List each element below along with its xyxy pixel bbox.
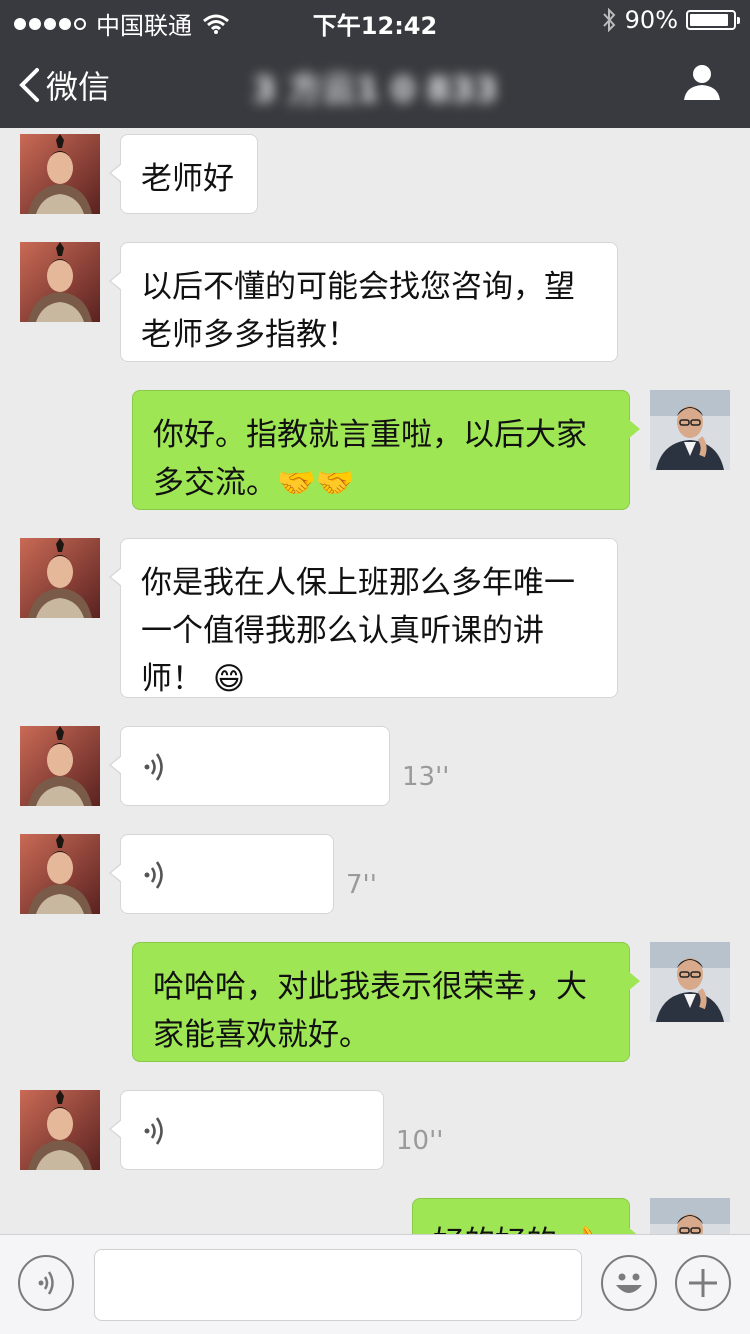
my-avatar[interactable]: [650, 390, 730, 470]
voice-wave-icon: [141, 857, 173, 907]
voice-duration: 10'': [396, 1126, 444, 1156]
voice-duration: 13'': [402, 762, 450, 792]
bluetooth-icon: [602, 8, 616, 32]
chat-message-list[interactable]: 老师好 以后不懂的可能会找您咨询，望老师多多指教！ 你好。指教就言重啦，以后大家…: [0, 128, 750, 1234]
person-icon: [684, 65, 720, 100]
voice-wave-icon: [141, 749, 173, 799]
message-text: 老师好: [141, 161, 234, 197]
voice-message-bubble[interactable]: [109, 726, 390, 806]
battery-fill: [690, 14, 728, 26]
incoming-message: 13'': [0, 726, 750, 806]
profile-button[interactable]: [682, 62, 722, 106]
incoming-message: 以后不懂的可能会找您咨询，望老师多多指教！: [0, 242, 750, 362]
message-text: 你好。指教就言重啦，以后大家多交流。🤝🤝: [153, 417, 587, 501]
my-avatar[interactable]: [650, 1198, 730, 1234]
contact-avatar[interactable]: [20, 834, 100, 914]
smiley-icon: [616, 1273, 642, 1293]
my-avatar[interactable]: [650, 942, 730, 1022]
contact-avatar[interactable]: [20, 242, 100, 322]
voice-wave-icon: [38, 1271, 54, 1295]
chat-title-text: 3 方云1 0 833: [252, 70, 498, 110]
outgoing-message: 你好。指教就言重啦，以后大家多交流。🤝🤝: [0, 390, 750, 510]
message-bubble[interactable]: 好的好的 👌: [412, 1198, 640, 1234]
incoming-message: 7'': [0, 834, 750, 914]
nav-bar: 微信 3 方云1 0 833: [0, 40, 750, 128]
message-bubble[interactable]: 你好。指教就言重啦，以后大家多交流。🤝🤝: [132, 390, 640, 510]
more-button[interactable]: [675, 1255, 731, 1311]
message-text: 以后不懂的可能会找您咨询，望老师多多指教！: [141, 269, 575, 353]
contact-avatar[interactable]: [20, 134, 100, 214]
incoming-message: 你是我在人保上班那么多年唯一一个值得我那么认真听课的讲师！ 😄: [0, 538, 750, 698]
status-bar: 中国联通 下午12:42 90%: [0, 0, 750, 40]
outgoing-message: 哈哈哈，对此我表示很荣幸，大家能喜欢就好。: [0, 942, 750, 1062]
contact-avatar[interactable]: [20, 726, 100, 806]
battery-icon: [686, 10, 740, 30]
battery-percent: 90%: [624, 6, 678, 34]
voice-duration: 7'': [346, 870, 377, 900]
voice-wave-icon: [141, 1113, 173, 1163]
chat-title: 3 方云1 0 833: [0, 62, 750, 111]
contact-avatar[interactable]: [20, 538, 100, 618]
voice-message-bubble[interactable]: [109, 834, 334, 914]
status-right: 90%: [601, 6, 740, 34]
message-text: 好的好的 👌: [433, 1219, 609, 1234]
contact-avatar[interactable]: [20, 1090, 100, 1170]
message-bubble[interactable]: 你是我在人保上班那么多年唯一一个值得我那么认真听课的讲师！ 😄: [109, 538, 618, 698]
message-bubble[interactable]: 老师好: [109, 134, 258, 214]
message-bubble[interactable]: 哈哈哈，对此我表示很荣幸，大家能喜欢就好。: [132, 942, 640, 1062]
incoming-message: 10'': [0, 1090, 750, 1170]
emoji-button[interactable]: [601, 1255, 657, 1311]
message-text: 你是我在人保上班那么多年唯一一个值得我那么认真听课的讲师！ 😄: [141, 565, 575, 697]
message-input[interactable]: [94, 1249, 582, 1321]
outgoing-message: 好的好的 👌: [0, 1198, 750, 1234]
voice-input-button[interactable]: [18, 1255, 74, 1311]
message-text: 哈哈哈，对此我表示很荣幸，大家能喜欢就好。: [153, 969, 587, 1053]
input-bar: [0, 1234, 750, 1334]
message-bubble[interactable]: 以后不懂的可能会找您咨询，望老师多多指教！: [109, 242, 618, 362]
plus-icon: [689, 1269, 717, 1297]
incoming-message: 老师好: [0, 134, 750, 214]
voice-message-bubble[interactable]: [109, 1090, 384, 1170]
